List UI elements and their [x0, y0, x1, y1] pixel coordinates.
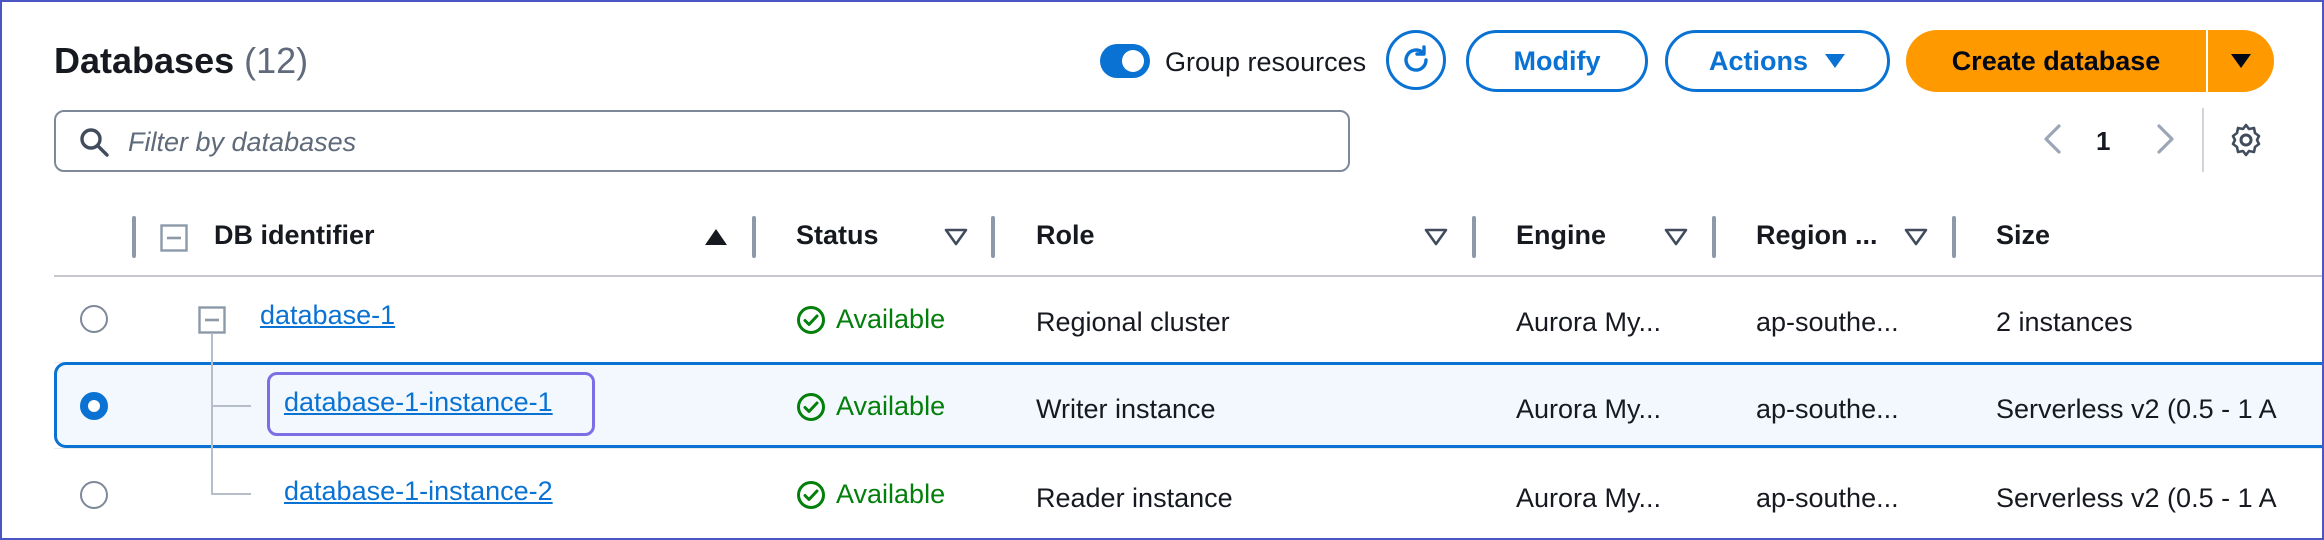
create-database-button[interactable]: Create database	[1906, 30, 2206, 92]
column-header-status[interactable]: Status	[796, 220, 879, 251]
engine-cell: Aurora My...	[1516, 394, 1662, 424]
column-divider	[1472, 216, 1476, 258]
filter-input[interactable]: Filter by databases	[54, 110, 1350, 172]
create-database-label: Create database	[1951, 45, 2161, 76]
filter-placeholder: Filter by databases	[128, 127, 357, 157]
column-divider	[1712, 216, 1716, 258]
role-cell: Writer instance	[1036, 394, 1216, 424]
role-cell: Regional cluster	[1036, 307, 1230, 337]
actions-label: Actions	[1708, 45, 1808, 76]
sort-icon[interactable]	[1424, 228, 1448, 246]
status-badge: Available	[796, 479, 945, 510]
engine-cell: Aurora My...	[1516, 483, 1662, 513]
region-cell: ap-southe...	[1756, 483, 1899, 513]
check-circle-icon	[797, 305, 825, 334]
databases-panel: Databases (12) Group resources Modify Ac…	[0, 0, 2324, 540]
status-badge: Available	[796, 391, 945, 422]
column-header-region[interactable]: Region ...	[1756, 220, 1878, 251]
status-badge: Available	[796, 304, 945, 335]
sort-icon[interactable]	[1664, 228, 1688, 246]
pagination-divider	[2202, 108, 2204, 172]
create-database-dropdown-button[interactable]	[2208, 30, 2274, 92]
column-header-db-identifier[interactable]: DB identifier	[214, 220, 375, 251]
sort-icon[interactable]	[1904, 228, 1928, 246]
group-resources-label: Group resources	[1165, 47, 1367, 77]
column-header-role[interactable]: Role	[1036, 220, 1095, 251]
region-cell: ap-southe...	[1756, 394, 1899, 424]
db-identifier-link[interactable]: database-1-instance-1	[284, 387, 553, 418]
column-divider	[752, 216, 756, 258]
status-text: Available	[836, 479, 946, 509]
row-select-radio[interactable]	[80, 305, 108, 333]
status-text: Available	[836, 391, 946, 421]
engine-cell: Aurora My...	[1516, 307, 1662, 337]
status-text: Available	[836, 304, 946, 334]
column-divider	[1952, 216, 1956, 258]
column-header-engine[interactable]: Engine	[1516, 220, 1606, 251]
caret-down-icon	[1825, 54, 1845, 68]
next-page-icon[interactable]	[2152, 123, 2178, 155]
previous-page-icon[interactable]	[2040, 123, 2066, 155]
refresh-icon	[1404, 45, 1428, 72]
collapse-group-icon[interactable]	[198, 306, 226, 334]
caret-down-icon	[2231, 54, 2251, 68]
refresh-button[interactable]	[1386, 30, 1446, 90]
column-header-size[interactable]: Size	[1996, 220, 2050, 251]
search-icon	[80, 128, 109, 157]
toggle-knob	[1122, 50, 1144, 72]
sort-icon[interactable]	[944, 228, 968, 246]
group-resources-toggle[interactable]	[1100, 44, 1150, 78]
column-divider	[132, 216, 136, 258]
modify-label: Modify	[1513, 45, 1601, 76]
modify-button[interactable]: Modify	[1466, 30, 1648, 92]
db-identifier-link[interactable]: database-1-instance-2	[284, 476, 553, 507]
row-select-radio[interactable]	[80, 392, 108, 420]
db-identifier-link[interactable]: database-1	[260, 300, 395, 331]
role-cell: Reader instance	[1036, 483, 1233, 513]
current-page-number[interactable]: 1	[2096, 126, 2110, 157]
sort-ascending-icon[interactable]	[704, 228, 728, 246]
size-cell: Serverless v2 (0.5 - 1 A	[1996, 394, 2277, 424]
column-divider	[991, 216, 995, 258]
database-count: (12)	[244, 40, 309, 81]
region-cell: ap-southe...	[1756, 307, 1899, 337]
page-title: Databases (12)	[54, 40, 308, 82]
check-circle-icon	[797, 392, 825, 421]
check-circle-icon	[797, 480, 825, 509]
size-cell: 2 instances	[1996, 307, 2133, 337]
title-text: Databases	[54, 40, 235, 81]
row-select-radio[interactable]	[80, 481, 108, 509]
actions-button[interactable]: Actions	[1665, 30, 1890, 92]
collapse-all-icon[interactable]	[160, 224, 188, 252]
size-cell: Serverless v2 (0.5 - 1 A	[1996, 483, 2277, 513]
gear-icon[interactable]	[2228, 122, 2264, 158]
